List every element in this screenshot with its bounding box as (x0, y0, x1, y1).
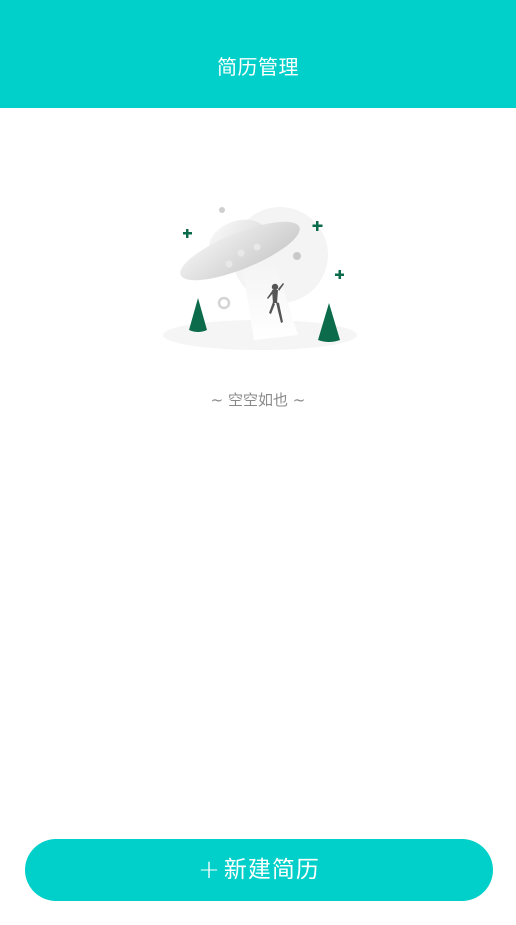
page-title: 简历管理 (217, 55, 299, 79)
sparkle-icon (335, 270, 344, 279)
ufo-window (237, 249, 245, 257)
empty-state-text: ~ 空空如也 ~ (210, 391, 306, 409)
grey-dot (293, 252, 301, 260)
sparkle-icon (183, 229, 192, 238)
tree-shape (318, 303, 340, 342)
plus-icon: + (198, 855, 220, 885)
tree-shape (189, 298, 207, 332)
ufo-window (225, 260, 233, 268)
empty-state-illustration (150, 195, 370, 360)
ring-shape (217, 296, 231, 310)
app-header: 简历管理 (0, 0, 516, 108)
ufo-window (253, 243, 261, 251)
antenna-ball (219, 207, 225, 213)
new-resume-button[interactable]: + 新建简历 (25, 839, 493, 901)
new-resume-label: 新建简历 (223, 857, 320, 883)
